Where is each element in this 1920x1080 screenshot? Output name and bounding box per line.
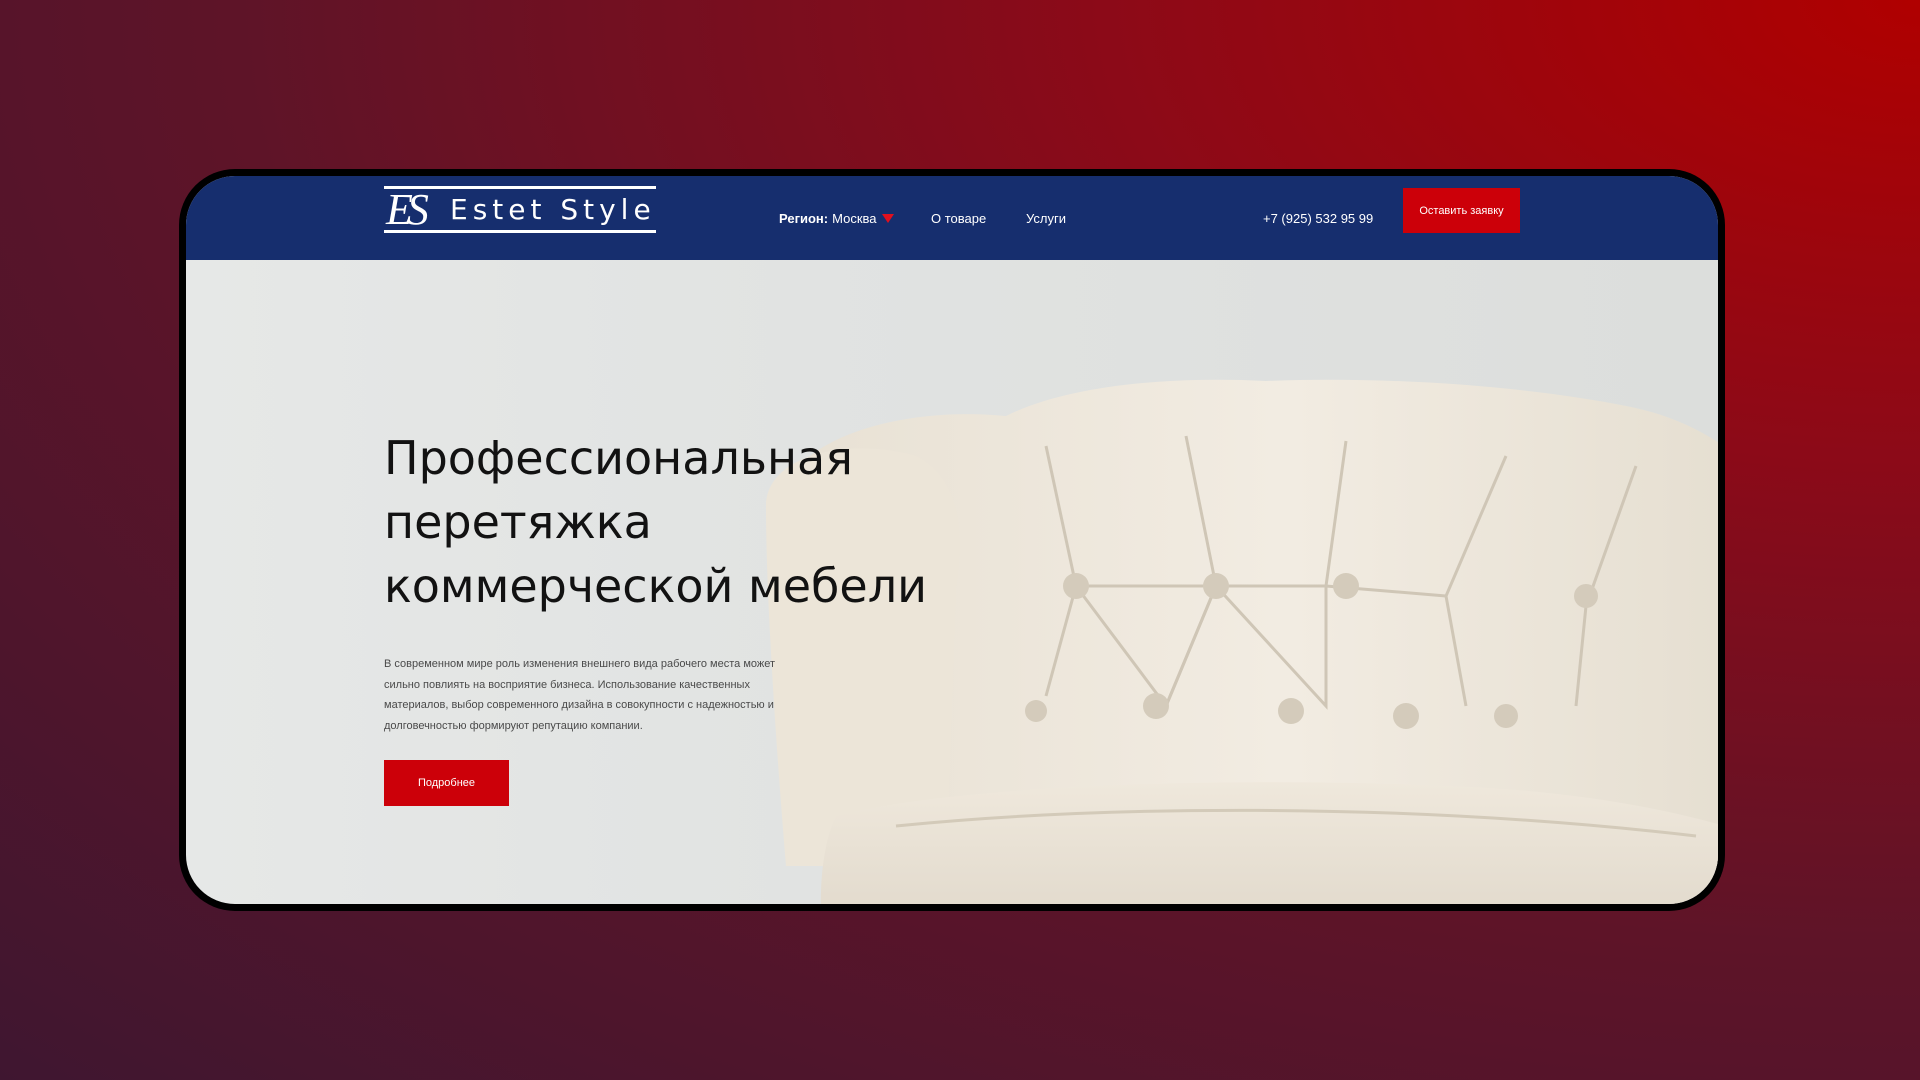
hero-headline: Профессиональная перетяжка коммерческой …: [384, 426, 1004, 618]
caret-down-icon: [881, 213, 894, 223]
request-button[interactable]: Оставить заявку: [1403, 188, 1520, 233]
nav-link-about[interactable]: О товаре: [931, 176, 986, 260]
region-selector[interactable]: Регион: Москва: [779, 176, 894, 260]
device-frame: ES Estet Style Регион: Москва О товаре У…: [179, 169, 1725, 911]
brand-logo[interactable]: ES Estet Style: [384, 186, 656, 233]
region-label: Регион:: [779, 210, 829, 226]
logo-monogram: ES: [386, 184, 429, 234]
nav-link-services[interactable]: Услуги: [1026, 176, 1066, 260]
phone-number[interactable]: +7 (925) 532 95 99: [1263, 176, 1373, 260]
more-button[interactable]: Подробнее: [384, 760, 509, 806]
logo-wordmark: Estet Style: [450, 193, 656, 226]
headline-line: перетяжка: [384, 495, 652, 549]
headline-line: коммерческой мебели: [384, 559, 928, 613]
website-screen: ES Estet Style Регион: Москва О товаре У…: [186, 176, 1718, 904]
region-value: Москва: [832, 210, 877, 226]
hero-description: В современном мире роль изменения внешне…: [384, 658, 776, 732]
headline-line: Профессиональная: [384, 431, 853, 485]
site-header: ES Estet Style Регион: Москва О товаре У…: [186, 176, 1718, 260]
